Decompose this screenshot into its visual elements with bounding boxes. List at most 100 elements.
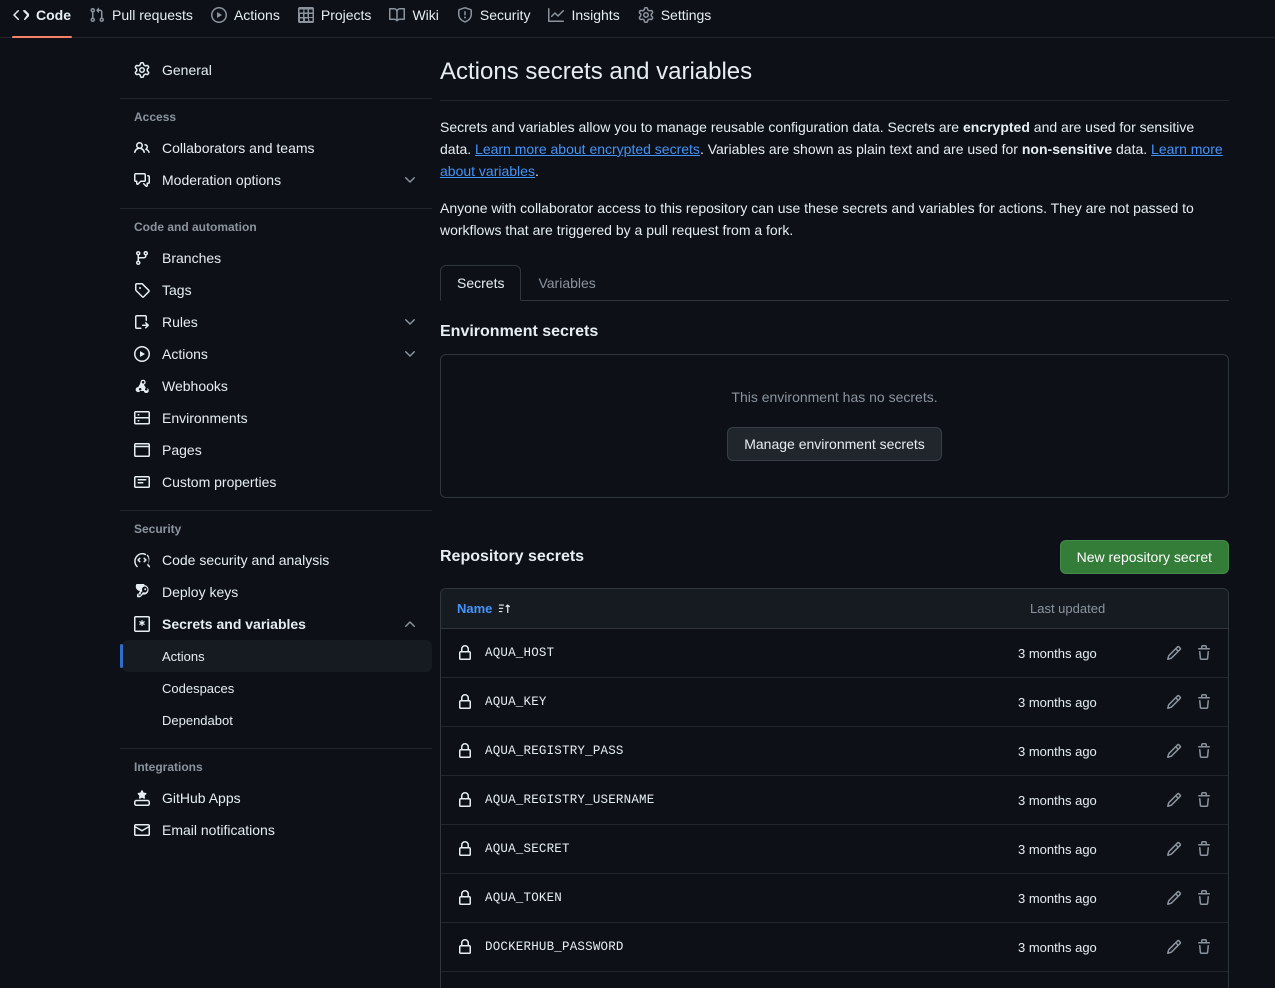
sidebar-group-code-and-automation: Code and automation Branches Tags Rules … (120, 221, 432, 498)
table-row[interactable]: AQUA_REGISTRY_USERNAME 3 months ago (441, 776, 1228, 826)
tab-variables[interactable]: Variables (521, 265, 612, 302)
nav-item-projects[interactable]: Projects (289, 0, 381, 37)
table-icon (297, 6, 314, 23)
edit-icon[interactable] (1166, 694, 1182, 710)
sidebar-subitem-dependabot[interactable]: Dependabot (122, 704, 432, 736)
key-icon (134, 584, 150, 600)
sidebar-item-email-notifications[interactable]: Email notifications (120, 814, 432, 846)
edit-icon[interactable] (1166, 890, 1182, 906)
secret-name: DOCKERHUB_PASSWORD (485, 940, 624, 955)
nav-item-actions[interactable]: Actions (202, 0, 289, 37)
edit-icon[interactable] (1166, 645, 1182, 661)
nav-item-label: Security (479, 6, 531, 23)
sidebar-group-security: Security Code security and analysis Depl… (120, 523, 432, 736)
table-row[interactable]: AQUA_KEY 3 months ago (441, 678, 1228, 728)
nav-item-label: Actions (233, 6, 280, 23)
sidebar-heading-security: Security (134, 522, 182, 536)
chevron-up-icon (405, 621, 415, 627)
nav-item-label: Pull requests (112, 6, 193, 23)
secret-last-updated: 3 months ago (1018, 841, 1097, 857)
sidebar-item-environments[interactable]: Environments (120, 402, 432, 434)
sidebar-item-pages[interactable]: Pages (120, 434, 432, 466)
trash-icon[interactable] (1196, 743, 1212, 759)
trash-icon[interactable] (1196, 890, 1212, 906)
trash-icon[interactable] (1196, 792, 1212, 808)
sidebar-heading-code-and-automation: Code and automation (134, 220, 257, 234)
trash-icon[interactable] (1196, 841, 1212, 857)
manage-environment-secrets-button[interactable]: Manage environment secrets (727, 427, 942, 462)
sidebar-divider (120, 98, 432, 99)
play-circle-icon (134, 346, 150, 362)
new-repository-secret-button[interactable]: New repository secret (1059, 540, 1229, 575)
sidebar-item-actions[interactable]: Actions (120, 338, 432, 370)
intro-bold-encrypted: encrypted (962, 119, 1030, 136)
sidebar-item-label: General (162, 62, 212, 78)
sidebar-item-tags[interactable]: Tags (120, 274, 432, 306)
sidebar-item-moderation-options[interactable]: Moderation options (120, 164, 432, 196)
sidebar-item-secrets-and-variables[interactable]: Secrets and variables (120, 608, 432, 640)
table-row[interactable]: AQUA_HOST 3 months ago (441, 629, 1228, 679)
secret-name: AQUA_SECRET (485, 842, 570, 857)
table-row[interactable]: AQUA_SECRET 3 months ago (441, 825, 1228, 875)
chevron-down-icon (405, 351, 415, 357)
sort-asc-icon (499, 604, 511, 614)
sidebar-item-webhooks[interactable]: Webhooks (120, 370, 432, 402)
sidebar-item-custom-properties[interactable]: Custom properties (120, 466, 432, 498)
intro-text-a: Secrets and variables allow you to manag… (440, 119, 963, 136)
secret-name: AQUA_TOKEN (485, 891, 563, 906)
edit-icon[interactable] (1166, 939, 1182, 955)
nav-item-settings[interactable]: Settings (629, 0, 721, 37)
sidebar-subitem-codespaces[interactable]: Codespaces (122, 672, 432, 704)
column-header-name[interactable]: Name (457, 601, 511, 616)
secret-last-updated: 3 months ago (1018, 743, 1097, 759)
sidebar-item-general[interactable]: General (120, 54, 432, 86)
chevron-down-icon (405, 177, 415, 183)
nav-item-wiki[interactable]: Wiki (380, 0, 447, 37)
lock-icon (457, 890, 473, 906)
row-actions (1166, 792, 1212, 808)
intro-bold-non-sensitive: non-sensitive (1021, 140, 1113, 157)
tab-secrets[interactable]: Secrets (440, 264, 522, 302)
sidebar-item-label: Webhooks (162, 378, 228, 394)
nav-item-insights[interactable]: Insights (539, 0, 628, 37)
graph-icon (548, 7, 565, 23)
environment-secrets-empty-message: This environment has no secrets. (731, 389, 938, 406)
table-row[interactable]: AQUA_REGISTRY_PASS 3 months ago (441, 727, 1228, 777)
key-asterisk-icon (134, 616, 150, 632)
intro-text-d: . Variables are shown as plain text and … (699, 140, 1022, 157)
nav-item-security[interactable]: Security (448, 0, 540, 37)
sidebar-item-rules[interactable]: Rules (120, 306, 432, 338)
table-row[interactable]: AQUA_TOKEN 3 months ago (441, 874, 1228, 924)
secret-name: AQUA_HOST (485, 646, 555, 661)
sidebar-item-label: Pages (162, 442, 202, 458)
secret-last-updated: 3 months ago (1018, 792, 1097, 808)
edit-icon[interactable] (1166, 743, 1182, 759)
note-icon (134, 474, 150, 490)
environment-secrets-empty-state: This environment has no secrets. Manage … (440, 354, 1229, 499)
nav-item-code[interactable]: Code (4, 0, 80, 38)
table-row[interactable]: DOCKERHUB_PASSWORD 3 months ago (441, 923, 1228, 973)
table-row[interactable]: DOCKERHUB_USERNAME 3 months ago (441, 972, 1228, 988)
sidebar-item-branches[interactable]: Branches (120, 242, 432, 274)
trash-icon[interactable] (1196, 939, 1212, 955)
sidebar-item-github-apps[interactable]: GitHub Apps (120, 782, 432, 814)
trash-icon[interactable] (1196, 645, 1212, 661)
link-learn-more-encrypted-secrets[interactable]: Learn more about encrypted secrets (475, 141, 700, 157)
repository-secrets-title: Repository secrets (440, 548, 585, 566)
sidebar-item-label: Secrets and variables (162, 616, 306, 632)
sidebar-item-label: Collaborators and teams (162, 140, 315, 156)
sidebar-item-label: Actions (162, 346, 208, 362)
secret-name: AQUA_REGISTRY_USERNAME (485, 793, 655, 808)
sidebar-subitem-actions[interactable]: Actions (120, 640, 432, 672)
lock-icon (457, 743, 473, 759)
edit-icon[interactable] (1166, 792, 1182, 808)
nav-item-pull-requests[interactable]: Pull requests (80, 0, 202, 37)
edit-icon[interactable] (1166, 841, 1182, 857)
sidebar-item-collaborators-and-teams[interactable]: Collaborators and teams (120, 132, 432, 164)
trash-icon[interactable] (1196, 694, 1212, 710)
sidebar-item-deploy-keys[interactable]: Deploy keys (120, 576, 432, 608)
intro-paragraph-2: Anyone with collaborator access to this … (440, 200, 1194, 238)
row-actions (1166, 939, 1212, 955)
sidebar-item-code-security-and-analysis[interactable]: Code security and analysis (120, 544, 432, 576)
sidebar-subitem-label: Actions (162, 648, 205, 664)
